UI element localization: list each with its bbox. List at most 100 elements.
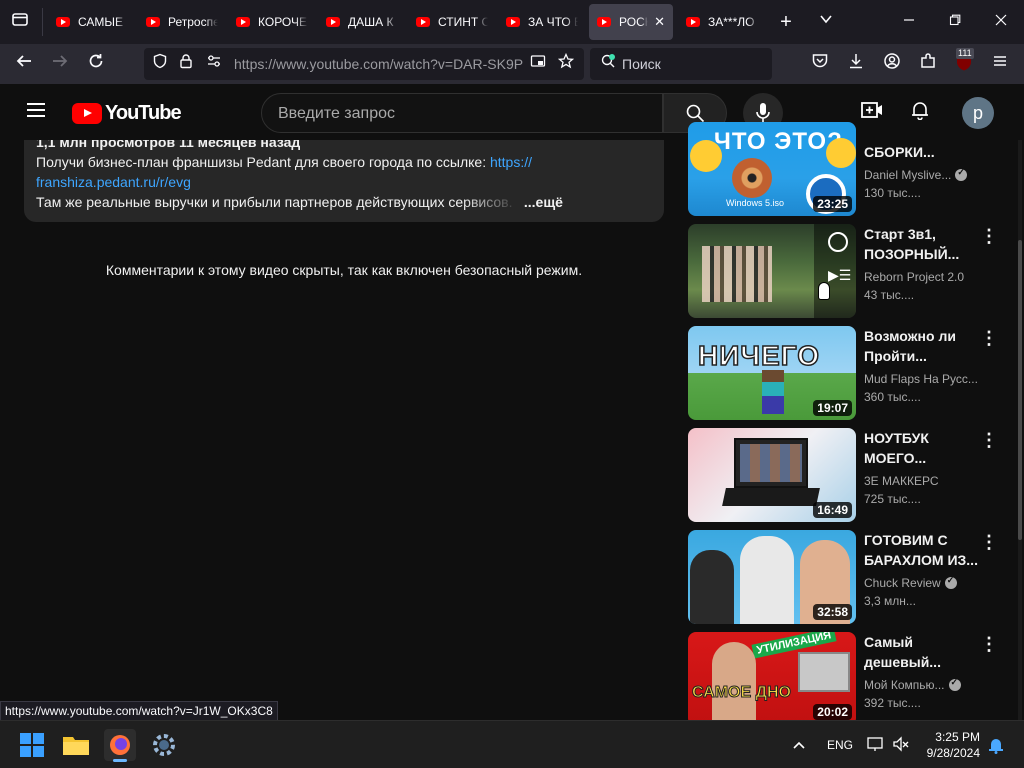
reload-icon[interactable] [84,52,108,76]
recommendation-item[interactable]: 32:58 ГОТОВИМ С БАРАХЛОМ ИЗ... Chuck Revi… [688,530,1008,624]
more-actions-icon[interactable]: ⋮ [980,226,998,246]
recommendation-item[interactable]: 16:49 НОУТБУК МОЕГО... 3E МАККЕРС 725 тыс… [688,428,1008,522]
recommendation-item[interactable]: ▶☰ Старт 3в1, ПОЗОРНЫЙ... Reborn Project … [688,224,1008,318]
thumbnail-people-group [702,246,772,302]
browser-tab[interactable]: Ретроспе [138,4,226,40]
close-tab-icon[interactable]: ✕ [654,14,665,30]
video-thumbnail[interactable]: НИЧЕГО 19:07 [688,326,856,420]
description-link-start[interactable]: https:// [490,154,532,170]
account-icon[interactable] [880,52,904,76]
video-thumbnail[interactable]: ▶☰ [688,224,856,318]
channel-name[interactable]: Мой Компью... [864,677,984,692]
browser-tab[interactable]: ЗА***ЛО [678,4,768,40]
browser-search-placeholder: Поиск [622,56,661,72]
watch-later-clock-icon[interactable] [828,232,848,252]
comments-disabled-notice: Комментарии к этому видео скрыты, так ка… [105,262,583,278]
thumbnail-overlay-text: САМОЕ ДНО [692,684,792,702]
video-thumbnail[interactable]: 32:58 [688,530,856,624]
channel-name[interactable]: Mud Flaps На Русс... [864,372,984,386]
video-thumbnail[interactable]: УТИЛИЗАЦИЯ САМОЕ ДНО 20:02 [688,632,856,720]
notifications-bell-icon[interactable] [988,736,1004,757]
minimize-window-icon[interactable] [897,10,921,34]
clock[interactable]: 3:25 PM 9/28/2024 [926,729,980,761]
channel-name[interactable]: Reborn Project 2.0 [864,270,984,284]
video-views: 43 тыс.... [864,288,915,302]
video-title[interactable]: СБОРКИ... [864,142,984,162]
video-views: 392 тыс.... [864,696,921,710]
video-views: 3,3 млн... [864,594,916,608]
browser-tab[interactable]: ЗА ЧТО Б [498,4,586,40]
volume-muted-icon[interactable] [892,735,910,756]
video-title[interactable]: Старт 3в1, ПОЗОРНЫЙ... [864,224,984,264]
video-views: 130 тыс.... [864,186,921,200]
channel-name[interactable]: Chuck Review [864,575,984,590]
firefox-taskbar-icon[interactable] [104,729,136,762]
youtube-menu-icon[interactable] [24,100,48,124]
video-thumbnail[interactable]: 16:49 [688,428,856,522]
tracking-protection-shield-icon[interactable] [148,52,172,76]
picture-in-picture-icon[interactable] [526,52,550,76]
channel-name[interactable]: Daniel Myslive... [864,167,984,182]
create-video-icon[interactable] [860,100,884,124]
clock-date: 9/28/2024 [926,746,980,760]
browser-tab[interactable]: САМЫЕ [48,4,136,40]
ublock-extension-icon[interactable]: 111 [952,48,976,76]
notifications-bell-icon[interactable] [908,100,932,124]
url-bar[interactable]: https://www.youtube.com/watch?v=DAR-SK9P [144,48,584,80]
list-tabs-chevron-icon[interactable] [814,10,838,34]
description-line-1: Получи бизнес-план франшизы Pedant для с… [36,152,652,172]
video-title[interactable]: ГОТОВИМ С БАРАХЛОМ ИЗ... [864,530,984,570]
youtube-search-input[interactable]: Введите запрос [261,93,663,133]
youtube-logo-text: YouTube [105,101,182,124]
forward-arrow-icon[interactable] [48,52,72,76]
video-title[interactable]: НОУТБУК МОЕГО... [864,428,984,468]
browser-tab[interactable]: ДАША К [318,4,406,40]
video-title[interactable]: Возможно ли Пройти... [864,326,984,366]
more-actions-icon[interactable]: ⋮ [980,634,998,654]
restore-window-icon[interactable] [943,10,967,34]
show-more-button[interactable]: ...ещё [524,194,563,210]
extensions-puzzle-icon[interactable] [916,52,940,76]
laptop-keyboard [722,488,820,506]
close-window-icon[interactable] [989,10,1013,34]
settings-gear-icon[interactable] [148,729,180,761]
video-title-line: ГОТОВИМ С [864,532,948,548]
search-icon [686,104,705,123]
browser-tab-active[interactable]: РОСК✕ [589,4,673,40]
channel-name[interactable]: 3E МАККЕРС [864,474,984,488]
search-engine-icon[interactable] [596,52,620,76]
firefox-view-icon[interactable] [8,10,32,34]
new-tab-icon[interactable]: + [774,10,798,34]
back-arrow-icon[interactable] [12,52,36,76]
browser-tab[interactable]: КОРОЧЕ [228,4,316,40]
browser-tab[interactable]: СТИНТ С [408,4,496,40]
recommendation-item[interactable]: ЧТО ЭТО? Windows 5.iso 23:25 СБОРКИ... D… [688,122,1008,216]
more-actions-icon[interactable]: ⋮ [980,328,998,348]
permissions-sliders-icon[interactable] [202,52,226,76]
language-indicator[interactable]: ENG [827,738,853,752]
file-explorer-icon[interactable] [60,729,92,761]
video-title-line: БАРАХЛОМ ИЗ... [864,552,978,568]
tray-overflow-chevron-icon[interactable] [792,737,806,753]
pocket-icon[interactable] [808,52,832,76]
page-scrollbar[interactable] [1018,140,1022,720]
scrollbar-thumb[interactable] [1018,240,1022,540]
video-title[interactable]: Самый дешевый... [864,632,984,672]
hamburger-menu-icon[interactable] [988,52,1012,76]
video-title-line: НОУТБУК [864,430,929,446]
video-thumbnail[interactable]: ЧТО ЭТО? Windows 5.iso 23:25 [688,122,856,216]
more-actions-icon[interactable]: ⋮ [980,430,998,450]
bookmark-star-icon[interactable] [554,52,578,76]
lock-icon[interactable] [174,52,198,76]
youtube-logo[interactable]: YouTube [72,101,182,124]
windows-start-icon[interactable] [16,729,48,761]
description-link[interactable]: franshiza.pedant.ru/r/evg [36,174,191,190]
recommendation-item[interactable]: УТИЛИЗАЦИЯ САМОЕ ДНО 20:02 Самый дешевый.… [688,632,1008,720]
add-to-queue-icon[interactable]: ▶☰ [828,268,851,282]
recommendation-item[interactable]: НИЧЕГО 19:07 Возможно ли Пройти... Mud Fl… [688,326,1008,420]
browser-search-bar[interactable]: Поиск [590,48,772,80]
network-icon[interactable] [866,735,884,756]
downloads-icon[interactable] [844,52,868,76]
more-actions-icon[interactable]: ⋮ [980,532,998,552]
url-text: https://www.youtube.com/watch?v=DAR-SK9P [234,56,524,72]
